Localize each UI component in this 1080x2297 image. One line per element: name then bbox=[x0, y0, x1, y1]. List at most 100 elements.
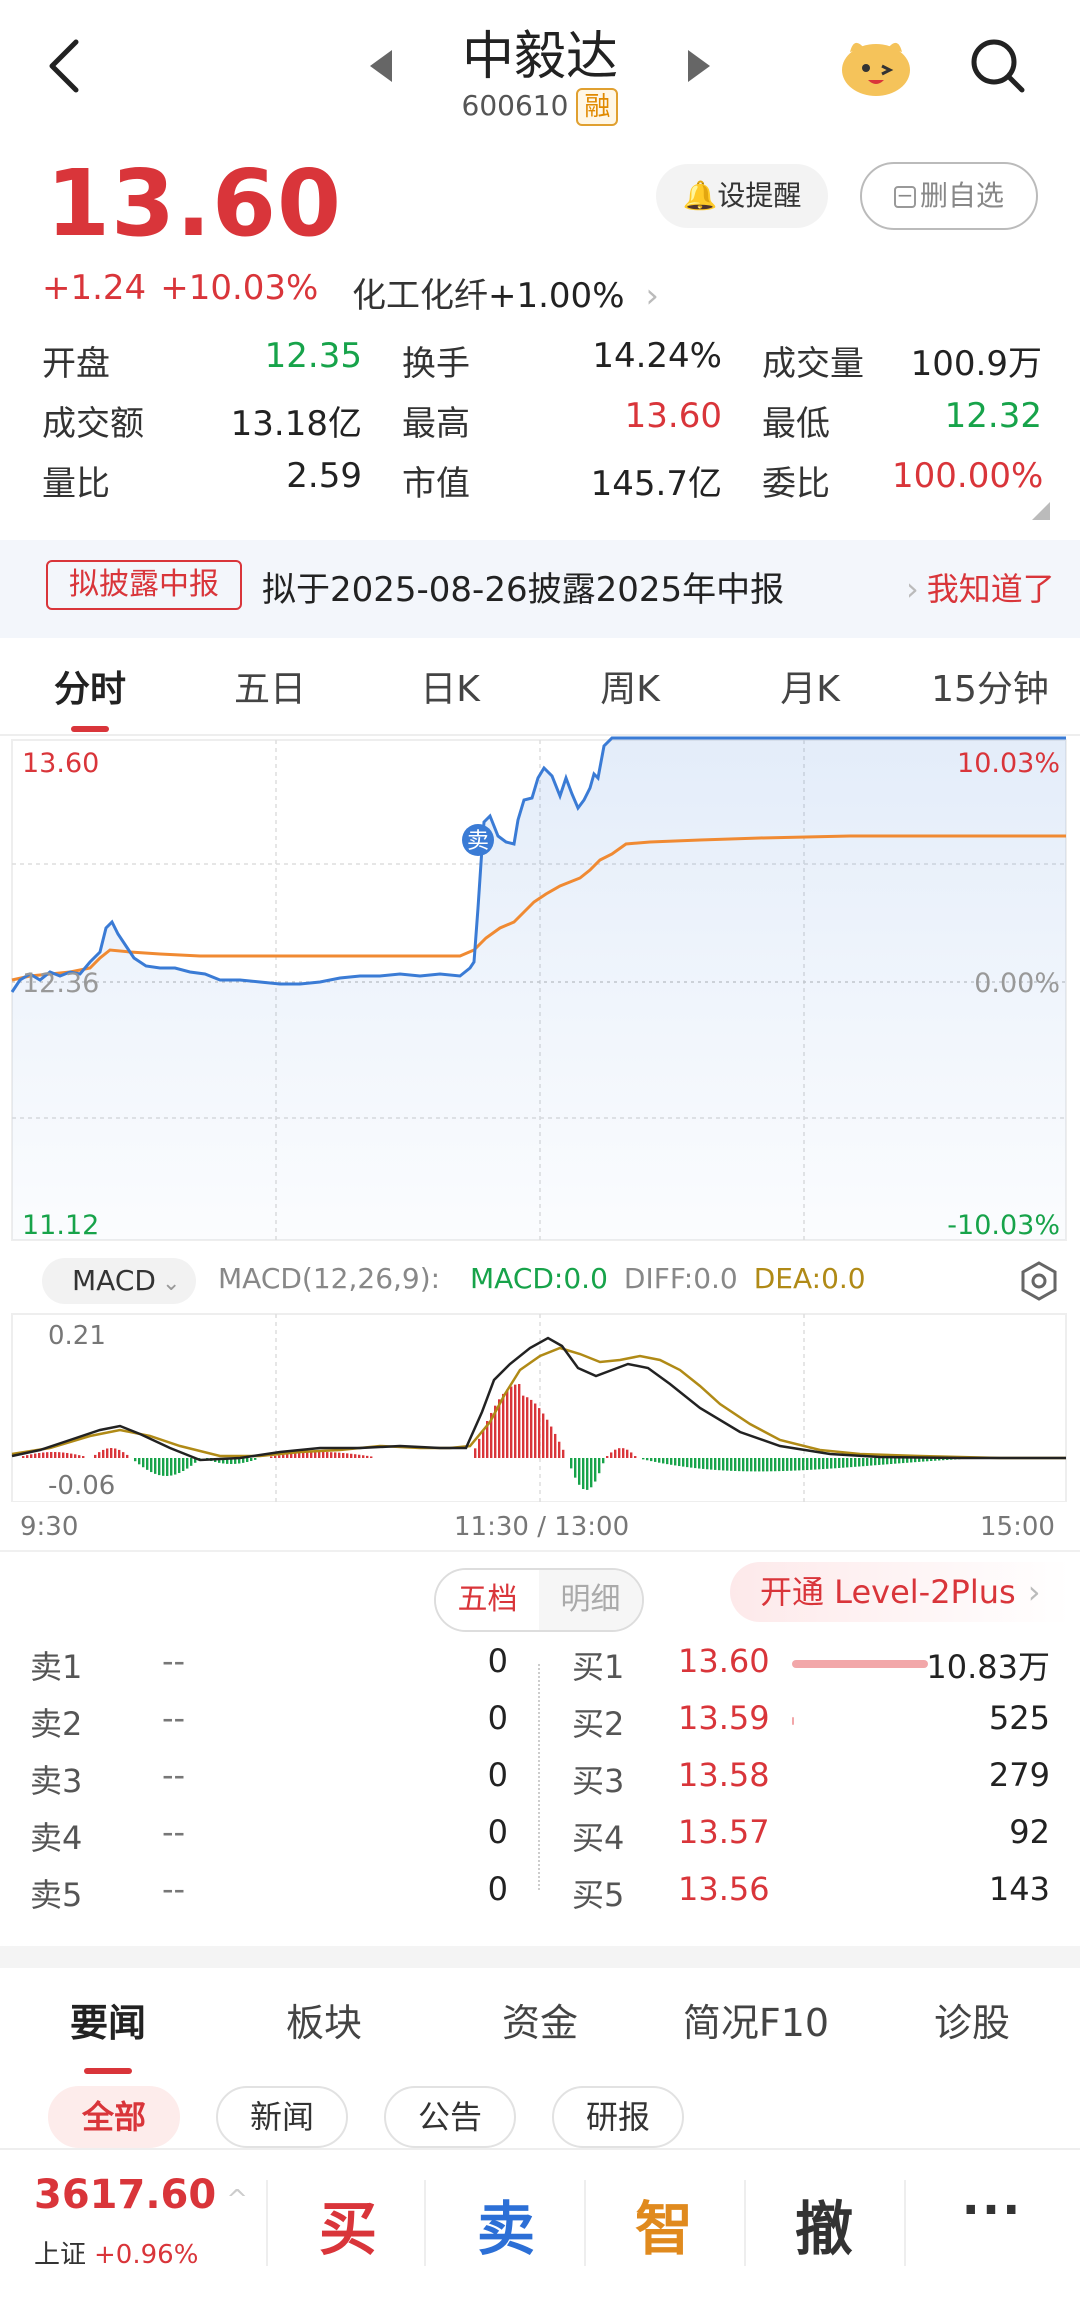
news-tab[interactable]: 简况F10 bbox=[648, 1988, 864, 2078]
sell-button[interactable]: 卖 bbox=[446, 2182, 566, 2266]
buy-price: 13.59 bbox=[678, 1699, 770, 1737]
news-filter-chip[interactable]: 新闻 bbox=[216, 2086, 349, 2148]
macd-bar bbox=[538, 1408, 541, 1458]
chart-tab[interactable]: 周K bbox=[540, 660, 720, 732]
macd-bar bbox=[58, 1452, 61, 1458]
indicator-select[interactable]: MACD ⌄ bbox=[42, 1258, 196, 1304]
notice-dismiss[interactable]: › 我知道了 bbox=[906, 564, 1055, 610]
cancel-order-button[interactable]: 撤 bbox=[764, 2182, 884, 2266]
stat-value: 145.7亿 bbox=[590, 463, 722, 504]
separator bbox=[744, 2180, 746, 2266]
macd-bar bbox=[618, 1448, 621, 1458]
sell-price: -- bbox=[162, 1642, 186, 1680]
remove-watchlist-button[interactable]: − 删自选 bbox=[860, 162, 1038, 230]
news-tab[interactable]: 要闻 bbox=[0, 1988, 216, 2078]
macd-bar bbox=[174, 1458, 177, 1475]
macd-bar bbox=[590, 1458, 593, 1488]
macd-bar bbox=[610, 1452, 613, 1458]
index-value[interactable]: 3617.60 ^ bbox=[34, 2172, 248, 2218]
macd-bar bbox=[334, 1452, 337, 1458]
notice-tag: 拟披露中报 bbox=[46, 560, 242, 610]
stats-row: 量比 2.59 市值 145.7亿 委比 100.00% bbox=[42, 450, 1043, 510]
macd-bar bbox=[666, 1458, 669, 1465]
expand-corner-icon[interactable] bbox=[1032, 502, 1050, 520]
chevron-right-icon: › bbox=[906, 570, 919, 608]
news-tab[interactable]: 板块 bbox=[216, 1988, 432, 2078]
macd-bar bbox=[102, 1449, 105, 1458]
macd-chart[interactable]: 0.21 -0.06 bbox=[0, 1312, 1080, 1502]
news-filter-chip[interactable]: 研报 bbox=[552, 2086, 685, 2148]
pct-bottom-label: -10.03% bbox=[947, 1210, 1060, 1241]
tab-five-levels[interactable]: 五档 bbox=[436, 1570, 539, 1630]
news-filter-chip[interactable]: 全部 bbox=[48, 2086, 181, 2148]
macd-bar bbox=[146, 1458, 149, 1470]
macd-bar bbox=[554, 1433, 557, 1458]
stat-value: 2.59 bbox=[286, 455, 362, 496]
macd-bar bbox=[170, 1458, 173, 1476]
buy-button[interactable]: 买 bbox=[288, 2182, 408, 2266]
chart-tab[interactable]: 五日 bbox=[180, 660, 360, 732]
more-button[interactable]: ··· bbox=[932, 2182, 1052, 2238]
news-tab[interactable]: 诊股 bbox=[864, 1988, 1080, 2078]
macd-params: MACD(12,26,9): bbox=[218, 1262, 441, 1295]
search-icon[interactable] bbox=[966, 34, 1028, 96]
smart-button[interactable]: 智 bbox=[604, 2182, 724, 2266]
macd-bar bbox=[546, 1419, 549, 1458]
diff-value: DIFF:0.0 bbox=[623, 1262, 738, 1295]
macd-bar bbox=[730, 1458, 733, 1471]
macd-y-top: 0.21 bbox=[48, 1321, 106, 1351]
macd-bar bbox=[806, 1458, 809, 1471]
next-stock-icon[interactable] bbox=[688, 50, 710, 82]
macd-bar bbox=[522, 1395, 525, 1458]
macd-bar bbox=[778, 1458, 781, 1472]
notice-text[interactable]: 拟于2025-08-26披露2025年中报 bbox=[262, 562, 784, 611]
macd-bar bbox=[822, 1458, 825, 1470]
news-tab[interactable]: 资金 bbox=[432, 1988, 648, 2078]
minus-box-icon: − bbox=[893, 185, 916, 208]
macd-bar bbox=[366, 1455, 369, 1458]
sell-price: -- bbox=[162, 1813, 186, 1851]
macd-bar bbox=[646, 1458, 649, 1461]
buy-volume-bar bbox=[792, 1660, 928, 1668]
stat-value: 12.35 bbox=[264, 335, 362, 376]
macd-bar bbox=[662, 1458, 665, 1464]
macd-bar bbox=[150, 1458, 153, 1473]
mascot-icon[interactable] bbox=[836, 30, 916, 100]
macd-bar bbox=[94, 1454, 97, 1458]
macd-bar bbox=[714, 1458, 717, 1470]
macd-bar bbox=[270, 1456, 273, 1458]
news-filter-chip[interactable]: 公告 bbox=[384, 2086, 517, 2148]
macd-bar bbox=[98, 1452, 101, 1458]
macd-bar bbox=[794, 1458, 797, 1471]
set-alert-button[interactable]: 🔔设提醒 bbox=[656, 164, 828, 228]
tab-details[interactable]: 明细 bbox=[539, 1570, 642, 1630]
level2-upsell[interactable]: 开通 Level-2Plus › bbox=[730, 1562, 1070, 1622]
chart-tab[interactable]: 15分钟 bbox=[900, 660, 1080, 732]
macd-bar bbox=[598, 1458, 601, 1474]
macd-bar bbox=[74, 1454, 77, 1458]
macd-bar bbox=[574, 1458, 577, 1478]
macd-bar bbox=[774, 1458, 777, 1472]
sector-link[interactable]: 化工化纤+1.00% › bbox=[352, 268, 659, 317]
notice-dismiss-label: 我知道了 bbox=[926, 570, 1055, 608]
sell-vol: 0 bbox=[487, 1642, 508, 1680]
sell-label: 卖5 bbox=[30, 1876, 83, 1914]
orderbook-switch: 五档 明细 bbox=[434, 1568, 644, 1632]
macd-bar bbox=[246, 1458, 249, 1463]
chart-tab[interactable]: 日K bbox=[360, 660, 540, 732]
macd-bar bbox=[290, 1453, 293, 1458]
macd-bar bbox=[834, 1458, 837, 1469]
macd-bar bbox=[478, 1438, 481, 1458]
chart-tab[interactable]: 分时 bbox=[0, 660, 180, 732]
time-mid: 11:30 / 13:00 bbox=[454, 1512, 630, 1542]
stat-cell: 最高 13.60 bbox=[402, 396, 762, 445]
macd-bar bbox=[42, 1452, 45, 1458]
chart-tab[interactable]: 月K bbox=[720, 660, 900, 732]
intraday-chart[interactable]: 卖 13.60 12.36 11.12 10.03% 0.00% -10.03% bbox=[0, 736, 1080, 1248]
macd-bar bbox=[254, 1458, 257, 1460]
macd-bar bbox=[838, 1458, 841, 1468]
stat-label: 换手 bbox=[402, 343, 470, 384]
buy-vol: 92 bbox=[1009, 1813, 1050, 1851]
settings-icon[interactable] bbox=[1018, 1260, 1060, 1302]
macd-bar bbox=[482, 1429, 485, 1458]
